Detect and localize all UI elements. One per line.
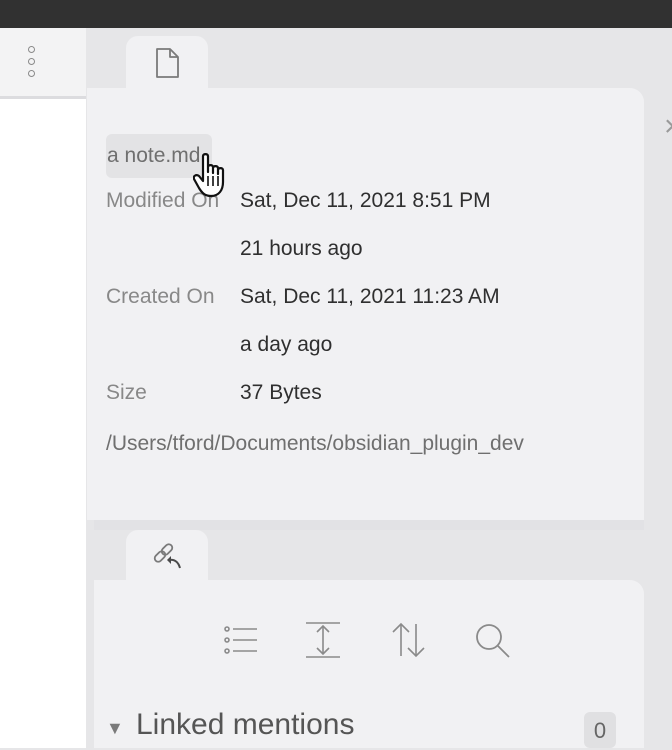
backlink-icon	[153, 543, 181, 569]
size-label: Size	[106, 381, 147, 404]
tab-backlinks[interactable]	[126, 530, 208, 584]
sort-icon	[392, 622, 425, 658]
more-options-icon[interactable]	[27, 46, 39, 80]
hand-pointer-cursor	[193, 153, 225, 198]
search-icon	[476, 624, 510, 658]
expand-icon	[306, 622, 340, 658]
size-value: 37 Bytes	[240, 381, 322, 404]
list-icon	[224, 626, 257, 654]
window-titlebar	[0, 0, 672, 28]
modified-on-value: Sat, Dec 11, 2021 8:51 PM	[240, 189, 491, 212]
created-on-label: Created On	[106, 285, 215, 308]
linked-mentions-header[interactable]: ▼ Linked mentions	[104, 706, 624, 748]
collapse-results-button[interactable]	[220, 620, 260, 660]
change-sort-order-button[interactable]	[388, 620, 428, 660]
file-path[interactable]: /Users/tford/Documents/obsidian_plugin_d…	[106, 432, 524, 456]
file-icon	[156, 48, 179, 78]
show-more-context-button[interactable]	[303, 620, 343, 660]
search-button[interactable]	[472, 620, 512, 660]
linked-mentions-title: Linked mentions	[136, 708, 355, 741]
modified-relative-value: 21 hours ago	[240, 237, 363, 260]
created-on-value: Sat, Dec 11, 2021 11:23 AM	[240, 285, 500, 308]
collapse-caret-icon[interactable]: ▼	[106, 718, 124, 739]
close-icon[interactable]: ×	[664, 112, 672, 142]
created-relative-value: a day ago	[240, 333, 333, 356]
pane-divider[interactable]	[94, 520, 644, 530]
left-pane	[0, 28, 86, 748]
tab-file-properties[interactable]	[126, 36, 208, 90]
linked-mentions-count: 0	[584, 712, 616, 748]
left-pane-header	[0, 28, 86, 99]
